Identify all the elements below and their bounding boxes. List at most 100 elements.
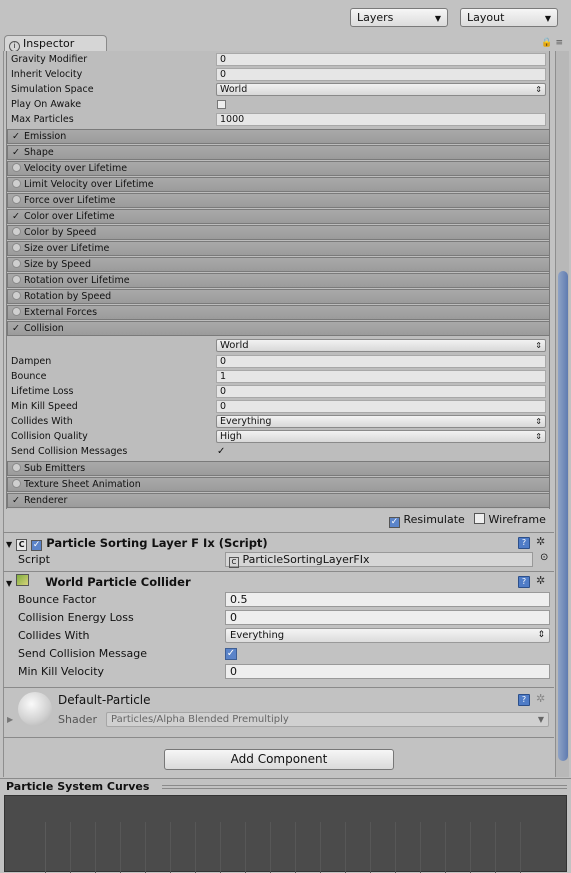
- module-header[interactable]: ✓ Collision: [7, 321, 550, 336]
- property-row: Simulation Space World ⇕: [11, 82, 551, 97]
- script-icon: C: [229, 557, 239, 568]
- checkbox-checked-icon[interactable]: ✓: [12, 146, 24, 159]
- module-header[interactable]: ✓ Renderer: [7, 493, 550, 508]
- gear-icon[interactable]: ✲: [536, 535, 545, 548]
- property-row: Send Collision Messages ✓: [11, 444, 551, 459]
- collision-mode-dropdown[interactable]: World ⇕: [216, 339, 546, 352]
- checkbox-checked-icon[interactable]: ✓: [12, 130, 24, 143]
- checkbox-checked-icon[interactable]: ✓: [12, 322, 24, 335]
- property-value: 1000: [220, 114, 245, 125]
- script-field[interactable]: C ParticleSortingLayerFIx: [225, 552, 533, 568]
- add-component-button[interactable]: Add Component: [164, 749, 394, 770]
- module-header[interactable]: Color by Speed: [7, 225, 550, 240]
- help-icon[interactable]: ?: [518, 576, 530, 588]
- layout-dropdown[interactable]: Layout ▼: [460, 8, 558, 27]
- module-disabled-icon[interactable]: [12, 275, 21, 284]
- module-disabled-icon[interactable]: [12, 227, 21, 236]
- checkbox-checked-icon[interactable]: ✓: [31, 540, 43, 551]
- gear-icon[interactable]: ✲: [536, 574, 545, 587]
- module-header[interactable]: ✓ Emission: [7, 129, 550, 144]
- fold-arrow-icon[interactable]: ▼: [6, 540, 12, 549]
- module-disabled-icon[interactable]: [12, 195, 21, 204]
- layout-label: Layout: [467, 11, 505, 24]
- module-disabled-icon[interactable]: [12, 479, 21, 488]
- module-label: Texture Sheet Animation: [24, 479, 141, 490]
- fold-arrow-icon[interactable]: ▶: [7, 715, 13, 724]
- property-value: 1: [220, 371, 227, 382]
- gear-icon[interactable]: ✲: [536, 692, 545, 705]
- property-dropdown[interactable]: World ⇕: [216, 83, 546, 96]
- property-label: Simulation Space: [11, 84, 94, 95]
- property-label: Send Collision Message: [18, 647, 147, 660]
- property-field[interactable]: 0: [216, 400, 546, 413]
- scrollbar-thumb[interactable]: [558, 271, 568, 761]
- resimulate-toggle[interactable]: ✓ Resimulate: [389, 513, 465, 528]
- drag-handle[interactable]: [162, 785, 567, 789]
- property-value: 0: [220, 69, 227, 80]
- module-disabled-icon[interactable]: [12, 179, 21, 188]
- scrollbar[interactable]: [555, 51, 569, 777]
- help-icon[interactable]: ?: [518, 537, 530, 549]
- checkbox-empty-icon[interactable]: [217, 100, 226, 109]
- property-label: Bounce: [11, 371, 47, 382]
- updown-arrow-icon: ⇕: [535, 417, 542, 426]
- module-header[interactable]: Force over Lifetime: [7, 193, 550, 208]
- script-icon: C: [16, 539, 28, 551]
- lock-icon[interactable]: 🔒: [541, 38, 552, 48]
- module-header[interactable]: Texture Sheet Animation: [7, 477, 550, 492]
- property-field[interactable]: 1000: [216, 113, 546, 126]
- chevron-down-icon: ▼: [544, 14, 551, 23]
- collider-header[interactable]: ▼ World Particle Collider: [6, 573, 191, 591]
- checkbox-checked-icon[interactable]: ✓: [12, 210, 24, 223]
- module-header[interactable]: ✓ Color over Lifetime: [7, 209, 550, 224]
- module-disabled-icon[interactable]: [12, 243, 21, 252]
- module-header[interactable]: Sub Emitters: [7, 461, 550, 476]
- property-row: Lifetime Loss 0: [11, 384, 551, 399]
- property-dropdown[interactable]: Everything ⇕: [216, 415, 546, 428]
- checkbox-checked-icon[interactable]: ✓: [225, 648, 237, 660]
- property-field[interactable]: 0: [216, 355, 546, 368]
- property-row: Collides With Everything ⇕: [11, 414, 551, 429]
- checkbox-checked-icon[interactable]: ✓: [12, 494, 24, 507]
- checkbox-checked-icon[interactable]: ✓: [389, 517, 400, 528]
- checkbox-checked-icon[interactable]: ✓: [217, 444, 225, 459]
- module-header[interactable]: Size by Speed: [7, 257, 550, 272]
- property-field[interactable]: 0: [216, 68, 546, 81]
- wireframe-toggle[interactable]: Wireframe: [474, 513, 546, 526]
- module-label: Color by Speed: [24, 227, 97, 238]
- module-disabled-icon[interactable]: [12, 463, 21, 472]
- module-header[interactable]: External Forces: [7, 305, 550, 320]
- menu-icon[interactable]: ≡: [555, 38, 563, 48]
- property-field[interactable]: 1: [216, 370, 546, 383]
- module-disabled-icon[interactable]: [12, 259, 21, 268]
- property-dropdown[interactable]: Everything ⇕: [225, 628, 550, 643]
- checkbox-empty-icon[interactable]: [474, 513, 485, 524]
- module-header[interactable]: ✓ Shape: [7, 145, 550, 160]
- property-field[interactable]: 0: [216, 385, 546, 398]
- module-disabled-icon[interactable]: [12, 163, 21, 172]
- module-header[interactable]: Rotation by Speed: [7, 289, 550, 304]
- module-header[interactable]: Limit Velocity over Lifetime: [7, 177, 550, 192]
- curves-editor[interactable]: [4, 795, 567, 873]
- property-field[interactable]: 0: [225, 610, 550, 625]
- module-header[interactable]: Velocity over Lifetime: [7, 161, 550, 176]
- divider: [3, 571, 554, 572]
- help-icon[interactable]: ?: [518, 694, 530, 706]
- module-header[interactable]: Size over Lifetime: [7, 241, 550, 256]
- sorting-script-header[interactable]: ▼ C ✓ Particle Sorting Layer F Ix (Scrip…: [6, 534, 268, 552]
- module-disabled-icon[interactable]: [12, 307, 21, 316]
- layers-dropdown[interactable]: Layers ▼: [350, 8, 448, 27]
- module-header[interactable]: Rotation over Lifetime: [7, 273, 550, 288]
- property-field[interactable]: 0: [225, 664, 550, 679]
- property-dropdown[interactable]: High ⇕: [216, 430, 546, 443]
- fold-arrow-icon[interactable]: ▼: [6, 579, 12, 588]
- module-disabled-icon[interactable]: [12, 291, 21, 300]
- property-field[interactable]: 0: [216, 53, 546, 66]
- layers-label: Layers: [357, 11, 394, 24]
- property-row: Inherit Velocity 0: [11, 67, 551, 82]
- tab-inspector[interactable]: i Inspector: [4, 35, 107, 52]
- shader-dropdown[interactable]: Particles/Alpha Blended Premultiply ▼: [106, 712, 549, 727]
- property-field[interactable]: 0.5: [225, 592, 550, 607]
- module-label: Force over Lifetime: [24, 195, 116, 206]
- object-picker-icon[interactable]: ⊙: [540, 552, 548, 563]
